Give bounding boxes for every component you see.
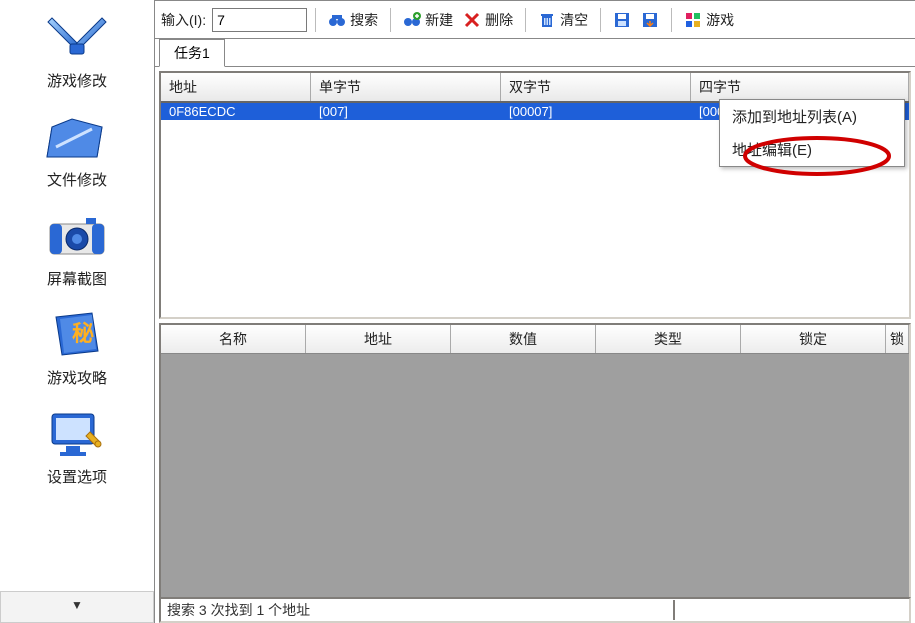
- gcol-address[interactable]: 地址: [306, 325, 451, 353]
- sidebar-item-settings[interactable]: 设置选项: [42, 404, 112, 487]
- address-list-grid: 名称 地址 数值 类型 锁定 锁: [159, 323, 911, 619]
- context-menu: 添加到地址列表(A) 地址编辑(E): [719, 99, 905, 167]
- toolbar-separator: [315, 8, 316, 32]
- save-button-1[interactable]: [609, 9, 635, 31]
- toolbar-separator: [671, 8, 672, 32]
- sidebar-label-settings: 设置选项: [47, 466, 107, 487]
- sidebar-more-arrow[interactable]: ▼: [0, 591, 154, 623]
- toolbar-separator: [390, 8, 391, 32]
- gcol-value[interactable]: 数值: [451, 325, 596, 353]
- col-4byte[interactable]: 四字节: [691, 73, 909, 101]
- delete-label: 删除: [485, 10, 513, 30]
- sidebar-item-file-edit[interactable]: 文件修改: [42, 107, 112, 190]
- tab-strip: 任务1: [155, 39, 915, 67]
- sidebar-label-file-edit: 文件修改: [47, 169, 107, 190]
- content-area: 输入(I): 搜索 新建 删除: [155, 0, 915, 623]
- search-input[interactable]: [212, 8, 307, 32]
- gcol-type[interactable]: 类型: [596, 325, 741, 353]
- gcol-lock2[interactable]: 锁: [886, 325, 909, 353]
- ctx-add-to-list[interactable]: 添加到地址列表(A): [720, 100, 904, 133]
- status-bar: 搜索 3 次找到 1 个地址: [159, 597, 911, 623]
- book-icon: 秘: [42, 305, 112, 365]
- gcol-lock[interactable]: 锁定: [741, 325, 886, 353]
- floppy-icon: [613, 11, 631, 29]
- search-button[interactable]: 搜索: [324, 8, 382, 32]
- sidebar-item-game-edit[interactable]: 游戏修改: [42, 8, 112, 91]
- grid-header: 名称 地址 数值 类型 锁定 锁: [161, 325, 909, 354]
- game-button[interactable]: 游戏: [680, 8, 738, 32]
- sidebar-item-guide[interactable]: 秘 游戏攻略: [42, 305, 112, 388]
- sidebar-item-screenshot[interactable]: 屏幕截图: [42, 206, 112, 289]
- floppy-arrow-icon: [641, 11, 659, 29]
- col-2byte[interactable]: 双字节: [501, 73, 691, 101]
- cell-2byte: [00007]: [501, 103, 691, 120]
- toolbar: 输入(I): 搜索 新建 删除: [155, 1, 915, 39]
- status-text: 搜索 3 次找到 1 个地址: [167, 600, 310, 620]
- toolbar-separator: [600, 8, 601, 32]
- cell-1byte: [007]: [311, 103, 501, 120]
- binoculars-icon: [328, 11, 346, 29]
- trash-icon: [538, 11, 556, 29]
- palette-icon: [684, 11, 702, 29]
- folder-icon: [42, 107, 112, 167]
- status-separator: [673, 600, 675, 620]
- result-table: 地址 单字节 双字节 四字节 0F86ECDC [007] [00007] [0…: [159, 71, 911, 319]
- svg-text:秘: 秘: [72, 321, 94, 346]
- toolbar-separator: [525, 8, 526, 32]
- tab-task-1[interactable]: 任务1: [159, 39, 225, 67]
- col-address[interactable]: 地址: [161, 73, 311, 101]
- gcol-name[interactable]: 名称: [161, 325, 306, 353]
- sidebar-label-guide: 游戏攻略: [47, 367, 107, 388]
- sidebar-label-game-edit: 游戏修改: [47, 70, 107, 91]
- clear-label: 清空: [560, 10, 588, 30]
- sidebar-label-screenshot: 屏幕截图: [47, 268, 107, 289]
- cell-address: 0F86ECDC: [161, 103, 311, 120]
- search-label: 搜索: [350, 10, 378, 30]
- save-button-2[interactable]: [637, 9, 663, 31]
- swords-icon: [42, 8, 112, 68]
- grid-body[interactable]: [161, 354, 909, 617]
- clear-button[interactable]: 清空: [534, 8, 592, 32]
- binoculars-plus-icon: [403, 11, 421, 29]
- game-label: 游戏: [706, 10, 734, 30]
- new-button[interactable]: 新建: [399, 8, 457, 32]
- sidebar: 游戏修改 文件修改: [0, 0, 155, 623]
- camera-icon: [42, 206, 112, 266]
- monitor-wrench-icon: [42, 404, 112, 464]
- ctx-edit-address[interactable]: 地址编辑(E): [720, 133, 904, 166]
- delete-x-icon: [463, 11, 481, 29]
- col-1byte[interactable]: 单字节: [311, 73, 501, 101]
- delete-button[interactable]: 删除: [459, 8, 517, 32]
- input-label: 输入(I):: [161, 10, 206, 30]
- new-label: 新建: [425, 10, 453, 30]
